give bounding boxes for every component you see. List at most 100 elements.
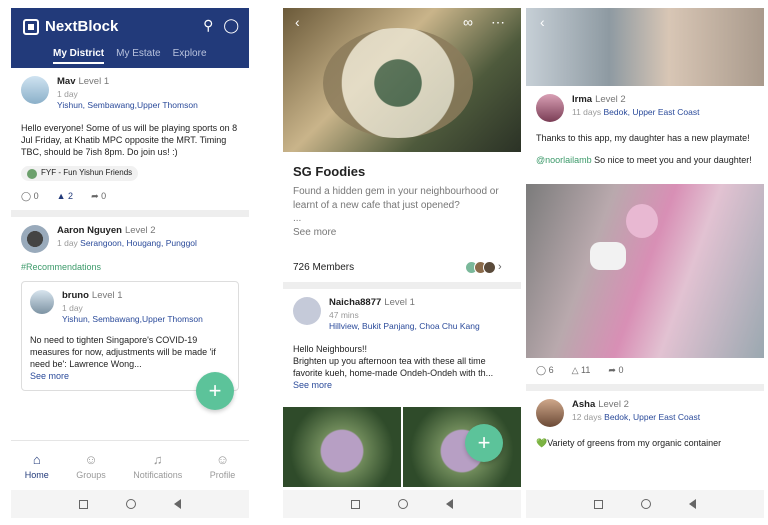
comment-icon: ◯ (21, 190, 32, 201)
chevron-right-icon[interactable]: › (498, 261, 511, 274)
kueh-photo[interactable] (283, 407, 401, 488)
post-time: 12 days (572, 412, 602, 423)
divider (11, 209, 249, 217)
group-name: FYF - Fun Yishun Friends (41, 168, 133, 178)
see-more-link[interactable]: See more (293, 379, 511, 391)
child-face (626, 204, 658, 239)
recents-icon[interactable] (594, 499, 603, 509)
post-location[interactable]: Yishun, Sembawang,Upper Thomson (62, 314, 203, 325)
back-icon[interactable] (174, 499, 181, 509)
see-more-link[interactable]: See more (293, 226, 511, 240)
phone-screen-group: ‹ ∞ ⋯ SG Foodies Found a hidden gem in y… (283, 8, 521, 518)
home-circle-icon[interactable] (398, 499, 408, 509)
back-icon[interactable] (689, 499, 696, 509)
phone-screen-home: NextBlock ⚲ ◯ My District My Estate Expl… (11, 8, 249, 518)
system-nav-bar (526, 490, 764, 518)
mention-reply: So nice to meet you and your daughter! (591, 155, 752, 166)
post-author[interactable]: Naicha8877 (329, 297, 381, 308)
feed-post[interactable]: Naicha8877 Level 1 47 mins Hillview, Buki… (283, 289, 521, 399)
tab-my-estate[interactable]: My Estate (116, 48, 160, 64)
share-count: 0 (101, 190, 107, 201)
members-row[interactable]: 726 Members › (283, 261, 521, 274)
recents-icon[interactable] (79, 499, 88, 509)
divider (526, 384, 764, 392)
avatar[interactable] (536, 399, 564, 428)
post-location[interactable]: Hillview, Bukit Panjang, Choa Chu Kang (329, 321, 480, 332)
post-body: Brighten up you afternoon tea with these… (293, 355, 494, 379)
more-icon[interactable]: ⋯ (491, 14, 505, 31)
bell-icon: ♫ (152, 451, 163, 467)
post-author[interactable]: Mav (57, 76, 75, 87)
app-logo: NextBlock (23, 18, 118, 35)
share-icon: ➦ (91, 190, 99, 201)
plus-icon: + (208, 378, 222, 403)
create-post-button[interactable]: + (465, 424, 503, 462)
author-level: Level 2 (124, 224, 156, 236)
share-icon: ➦ (608, 365, 616, 376)
comment-icon: ◯ (536, 365, 547, 376)
food-plate-image (323, 28, 473, 138)
post-author[interactable]: Aaron Nguyen (57, 225, 122, 236)
nav-home[interactable]: ⌂ Home (25, 452, 49, 480)
tab-my-district[interactable]: My District (53, 48, 105, 64)
avatar[interactable] (536, 94, 564, 122)
post-location[interactable]: Bedok, Upper East Coast (604, 412, 700, 422)
back-icon[interactable] (446, 499, 453, 509)
post-author[interactable]: Irma (572, 94, 592, 105)
feed-post[interactable]: Mav Level 1 1 day Yishun, Sembawang,Upper… (11, 68, 249, 210)
app-header: NextBlock ⚲ ◯ My District My Estate Expl… (11, 8, 249, 68)
district-tabs: My District My Estate Explore (53, 48, 207, 64)
avatar[interactable] (30, 289, 54, 314)
like-button[interactable]: △ 11 (572, 364, 591, 376)
post-photo[interactable] (526, 184, 764, 359)
tab-explore[interactable]: Explore (173, 48, 207, 64)
post-location[interactable]: Serangoon, Hougang, Punggol (80, 238, 197, 248)
link-icon[interactable]: ∞ (463, 14, 473, 30)
post-location[interactable]: Bedok, Upper East Coast (604, 107, 700, 117)
home-circle-icon[interactable] (641, 499, 651, 509)
avatar[interactable] (21, 76, 49, 104)
feed-post[interactable]: Asha Level 2 12 days Bedok, Upper East Co… (526, 391, 764, 457)
member-avatars: › (465, 261, 511, 274)
share-button[interactable]: ➦ 0 (608, 364, 623, 376)
post-footer: ◯ 6 △ 11 ➦ 0 (526, 358, 764, 384)
post-location[interactable]: Yishun, Sembawang,Upper Thomson (57, 100, 198, 111)
author-level: Level 1 (78, 76, 110, 87)
nav-profile[interactable]: ☺ Profile (210, 452, 236, 480)
nav-label: Notifications (133, 469, 183, 480)
post-body: Hello everyone! Some of us will be playi… (21, 122, 238, 158)
mention-link[interactable]: @noorlailamb (536, 155, 592, 165)
feed-post[interactable]: Irma Level 2 11 days Bedok, Upper East Co… (526, 86, 764, 174)
like-count: 11 (581, 365, 591, 376)
comment-count: 0 (33, 190, 39, 201)
search-icon[interactable]: ⚲ (203, 17, 213, 34)
nav-groups[interactable]: ☺ Groups (76, 452, 106, 480)
system-nav-bar (11, 490, 249, 518)
post-body-line: Hello Neighbours!! (293, 343, 368, 354)
bottom-nav: ⌂ Home ☺ Groups ♫ Notifications ☺ Profile (11, 440, 249, 490)
like-button[interactable]: ▲ 2 (57, 190, 73, 202)
chat-icon[interactable]: ◯ (223, 17, 239, 34)
post-body: 💚Variety of greens from my organic conta… (536, 438, 722, 449)
share-button[interactable]: ➦ 0 (91, 190, 106, 202)
post-author[interactable]: Asha (572, 399, 595, 410)
nav-notifications[interactable]: ♫ Notifications (133, 452, 182, 480)
thumbs-up-icon: △ (571, 365, 579, 376)
recents-icon[interactable] (351, 499, 360, 509)
hashtag[interactable]: #Recommendations (21, 261, 239, 273)
post-actions: ◯ 0 ▲ 2 ➦ 0 (21, 190, 239, 202)
post-body: No need to tighten Singapore's COVID-19 … (30, 334, 216, 370)
back-arrow-icon[interactable]: ‹ (295, 14, 300, 30)
avatar[interactable] (21, 224, 49, 253)
kueh-photo[interactable] (403, 407, 521, 488)
group-chip[interactable]: FYF - Fun Yishun Friends (21, 166, 139, 181)
post-author[interactable]: bruno (62, 290, 89, 301)
avatar[interactable] (293, 297, 321, 325)
comment-button[interactable]: ◯ 0 (21, 190, 39, 202)
comment-button[interactable]: ◯ 6 (536, 364, 554, 376)
post-time: 1 day (62, 302, 83, 313)
back-arrow-icon[interactable]: ‹ (540, 14, 545, 30)
ellipsis: ... (293, 213, 302, 224)
home-circle-icon[interactable] (126, 499, 136, 509)
create-post-button[interactable]: + (196, 372, 234, 410)
